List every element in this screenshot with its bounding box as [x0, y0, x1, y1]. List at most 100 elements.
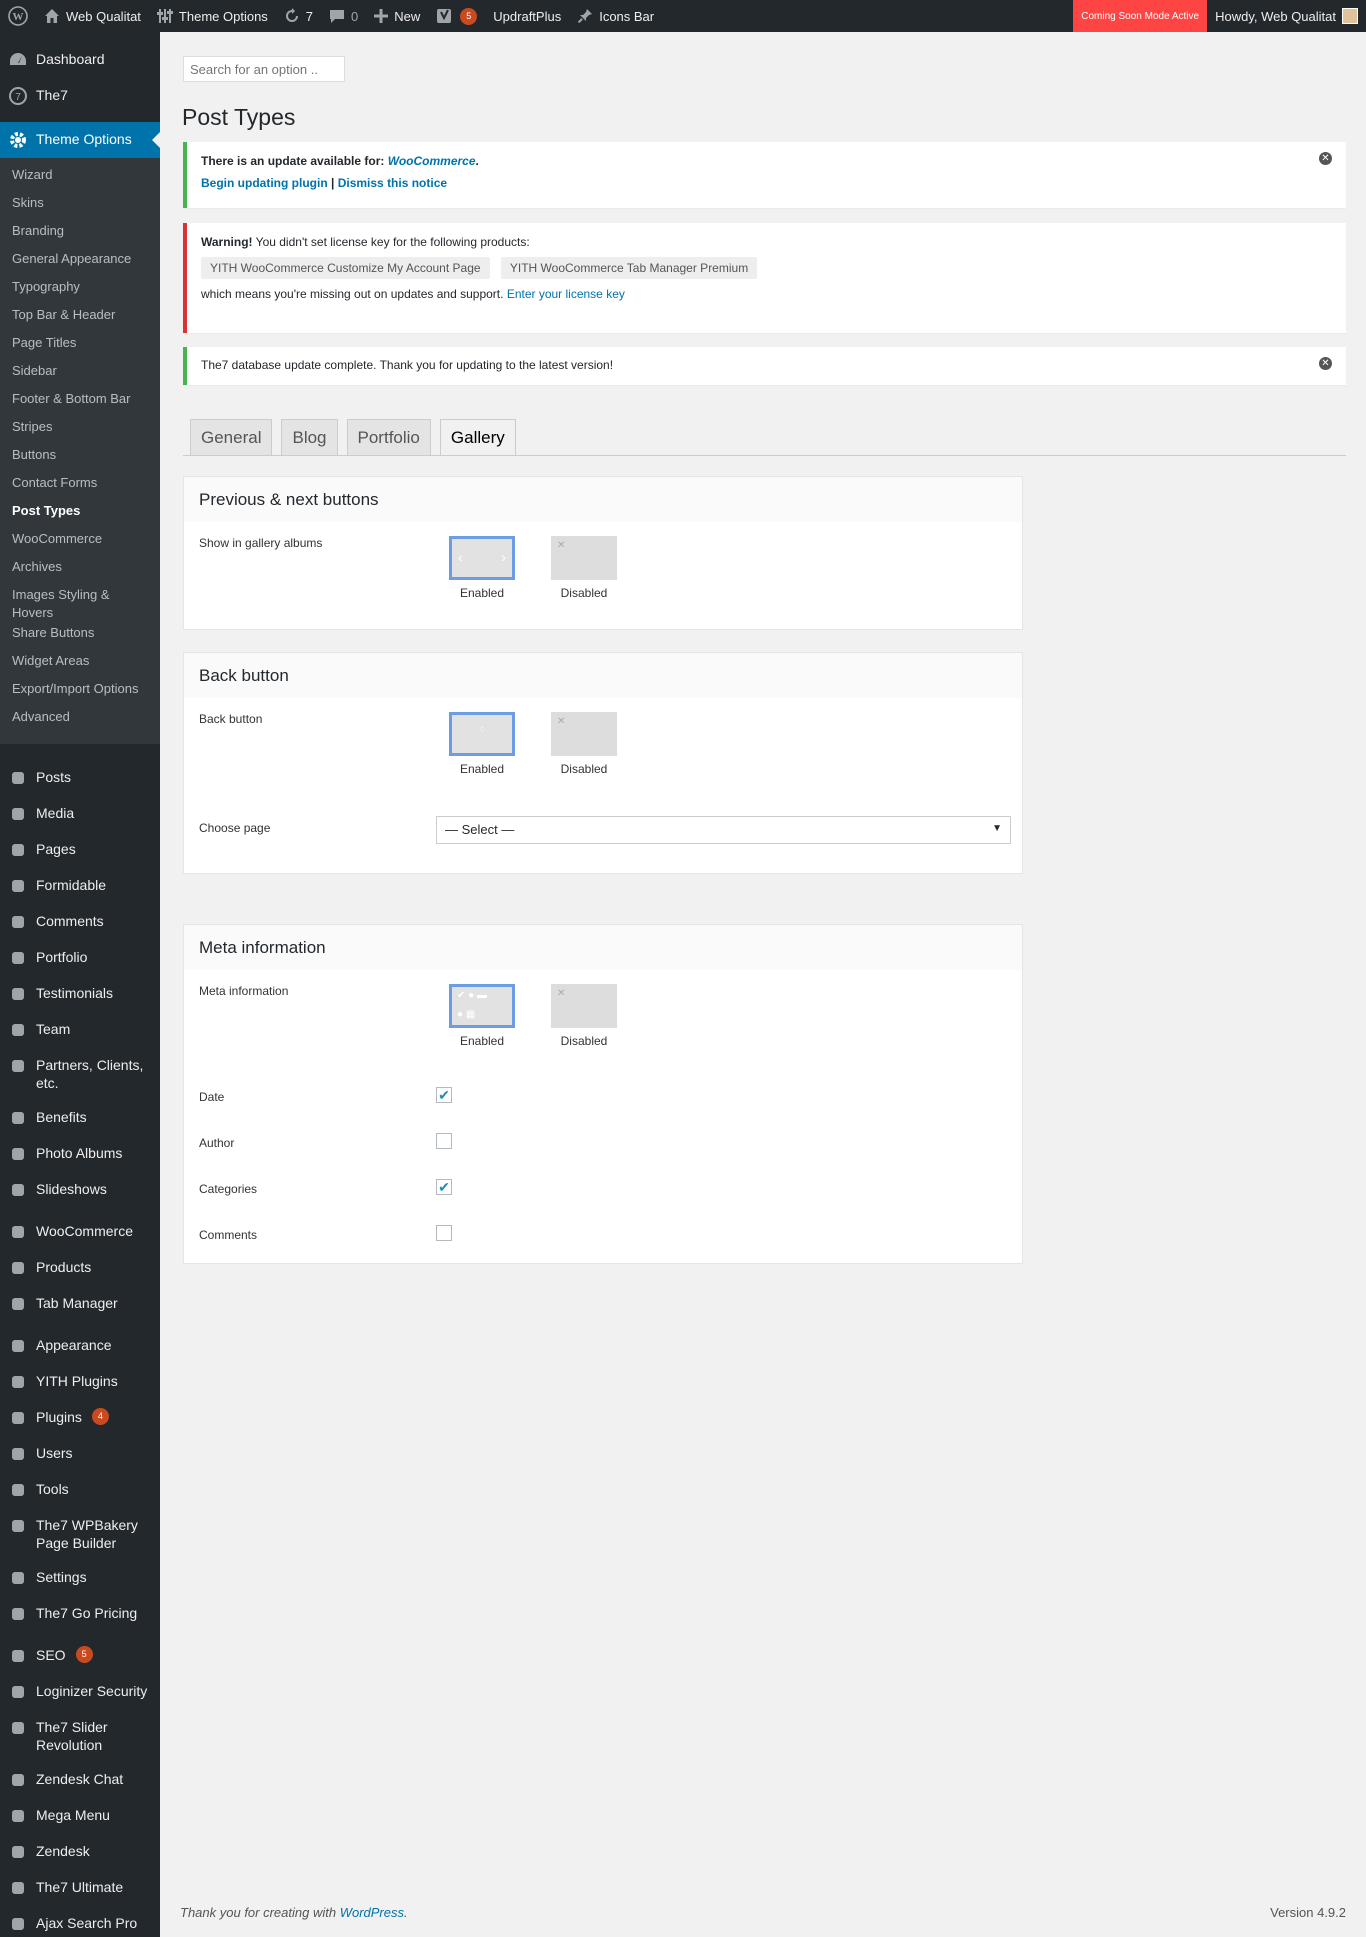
- tab-blog[interactable]: Blog: [281, 419, 338, 455]
- meta-checkbox[interactable]: ✔: [436, 1087, 452, 1103]
- menu-the7-label: The7: [36, 87, 68, 103]
- new-content-link[interactable]: New: [366, 0, 428, 32]
- submenu-item[interactable]: Typography: [0, 278, 160, 296]
- submenu-item[interactable]: Top Bar & Header: [0, 306, 160, 324]
- menu-item[interactable]: The7 Slider Revolution: [0, 1718, 160, 1754]
- menu-item[interactable]: Partners, Clients, etc.: [0, 1056, 160, 1092]
- submenu-item[interactable]: Advanced: [0, 708, 160, 726]
- menu-item-label: Testimonials: [36, 985, 114, 1001]
- menu-item[interactable]: YITH Plugins: [0, 1372, 160, 1392]
- theme-options-link[interactable]: Theme Options: [149, 0, 276, 32]
- wordpress-link[interactable]: WordPress: [340, 1905, 404, 1920]
- option-search-input[interactable]: [183, 56, 345, 82]
- enabled-option[interactable]: ⁘ Enabled: [449, 712, 515, 776]
- choose-page-select[interactable]: — Select — ▼: [436, 816, 1011, 844]
- updates-link[interactable]: 7: [276, 0, 321, 32]
- wp-logo-button[interactable]: W: [0, 0, 36, 32]
- menu-item[interactable]: The7 Go Pricing: [0, 1604, 160, 1624]
- menu-item[interactable]: Products: [0, 1258, 160, 1278]
- menu-item-label: The7 WPBakery Page Builder: [36, 1517, 138, 1551]
- select-value: — Select —: [445, 822, 515, 837]
- icons-bar-link[interactable]: Icons Bar: [569, 0, 662, 32]
- menu-item[interactable]: Zendesk: [0, 1842, 160, 1862]
- menu-item[interactable]: Mega Menu: [0, 1806, 160, 1826]
- menu-item[interactable]: Loginizer Security: [0, 1682, 160, 1702]
- menu-item[interactable]: Pages: [0, 840, 160, 860]
- submenu-item[interactable]: Export/Import Options: [0, 680, 160, 698]
- menu-item[interactable]: The7 WPBakery Page Builder: [0, 1516, 160, 1552]
- menu-item[interactable]: Photo Albums: [0, 1144, 160, 1164]
- submenu-item[interactable]: Share Buttons: [0, 624, 160, 642]
- submenu-item[interactable]: Images Styling & Hovers: [0, 586, 160, 622]
- section-title: Back button: [184, 653, 1022, 698]
- submenu-item[interactable]: Sidebar: [0, 362, 160, 380]
- menu-item[interactable]: Comments: [0, 912, 160, 932]
- updraft-link[interactable]: UpdraftPlus: [485, 0, 569, 32]
- submenu-item[interactable]: Wizard: [0, 166, 160, 184]
- menu-item-label: WooCommerce: [36, 1223, 133, 1239]
- submenu-item[interactable]: Branding: [0, 222, 160, 240]
- menu-item[interactable]: Tab Manager: [0, 1294, 160, 1314]
- section-title: Meta information: [184, 925, 1022, 970]
- menu-item[interactable]: Portfolio: [0, 948, 160, 968]
- comment-icon: [330, 10, 345, 23]
- submenu-item[interactable]: Stripes: [0, 418, 160, 436]
- disabled-option[interactable]: ✕ Disabled: [551, 984, 617, 1048]
- account-menu[interactable]: Howdy, Web Qualitat: [1207, 0, 1366, 32]
- menu-item-label: Plugins: [36, 1409, 82, 1425]
- coming-soon-badge[interactable]: Coming Soon Mode Active: [1073, 0, 1208, 32]
- close-icon[interactable]: ✕: [1319, 357, 1332, 370]
- tab-gallery[interactable]: Gallery: [439, 419, 516, 456]
- menu-item[interactable]: Posts: [0, 768, 160, 788]
- disabled-option[interactable]: ✕ Disabled: [551, 712, 617, 776]
- yoast-icon: [437, 9, 452, 23]
- menu-item[interactable]: Plugins 4: [0, 1408, 160, 1428]
- menu-item[interactable]: Team: [0, 1020, 160, 1040]
- begin-update-link[interactable]: Begin updating plugin: [201, 176, 328, 190]
- yoast-link[interactable]: 5: [428, 0, 485, 32]
- menu-item[interactable]: SEO 5: [0, 1646, 160, 1666]
- enabled-option[interactable]: ‹ › Enabled: [449, 536, 515, 600]
- dismiss-notice-link[interactable]: Dismiss this notice: [338, 176, 447, 190]
- menu-theme-options[interactable]: Theme Options: [0, 122, 160, 158]
- menu-item[interactable]: The7 Ultimate: [0, 1878, 160, 1898]
- disabled-option[interactable]: ✕ Disabled: [551, 536, 617, 600]
- menu-item[interactable]: Users: [0, 1444, 160, 1464]
- enabled-option[interactable]: ✔ ● ▬ ● ▦ Enabled: [449, 984, 515, 1048]
- quote-icon: [8, 984, 28, 1004]
- comments-link[interactable]: 0: [321, 0, 366, 32]
- submenu-item[interactable]: Footer & Bottom Bar: [0, 390, 160, 408]
- woocommerce-link[interactable]: WooCommerce: [388, 154, 476, 168]
- menu-item[interactable]: Tools: [0, 1480, 160, 1500]
- menu-item[interactable]: Testimonials: [0, 984, 160, 1004]
- meta-checkbox[interactable]: ✔: [436, 1179, 452, 1195]
- menu-item[interactable]: Slideshows: [0, 1180, 160, 1200]
- tab-general[interactable]: General: [190, 419, 273, 455]
- submenu-item[interactable]: Skins: [0, 194, 160, 212]
- menu-the7[interactable]: 7 The7: [0, 86, 160, 106]
- shield-icon: [8, 1878, 28, 1898]
- menu-item[interactable]: WooCommerce: [0, 1222, 160, 1242]
- menu-item[interactable]: Ajax Search Pro: [0, 1914, 160, 1934]
- meta-checkbox[interactable]: [436, 1225, 452, 1241]
- meta-checkbox[interactable]: [436, 1133, 452, 1149]
- menu-item[interactable]: Appearance: [0, 1336, 160, 1356]
- license-key-link[interactable]: Enter your license key: [507, 287, 625, 301]
- submenu-item[interactable]: Archives: [0, 558, 160, 576]
- tab-portfolio[interactable]: Portfolio: [346, 419, 431, 455]
- submenu-item[interactable]: Contact Forms: [0, 474, 160, 492]
- menu-dashboard[interactable]: Dashboard: [0, 50, 160, 70]
- submenu-item[interactable]: Post Types: [0, 502, 160, 520]
- menu-item[interactable]: Media: [0, 804, 160, 824]
- submenu-item[interactable]: Page Titles: [0, 334, 160, 352]
- menu-item[interactable]: Zendesk Chat: [0, 1770, 160, 1790]
- close-icon[interactable]: ✕: [1319, 152, 1332, 165]
- menu-item[interactable]: Formidable: [0, 876, 160, 896]
- menu-item[interactable]: Benefits: [0, 1108, 160, 1128]
- submenu-item[interactable]: General Appearance: [0, 250, 160, 268]
- submenu-item[interactable]: Buttons: [0, 446, 160, 464]
- submenu-item[interactable]: Widget Areas: [0, 652, 160, 670]
- submenu-item[interactable]: WooCommerce: [0, 530, 160, 548]
- site-name-link[interactable]: Web Qualitat: [36, 0, 149, 32]
- menu-item[interactable]: Settings: [0, 1568, 160, 1588]
